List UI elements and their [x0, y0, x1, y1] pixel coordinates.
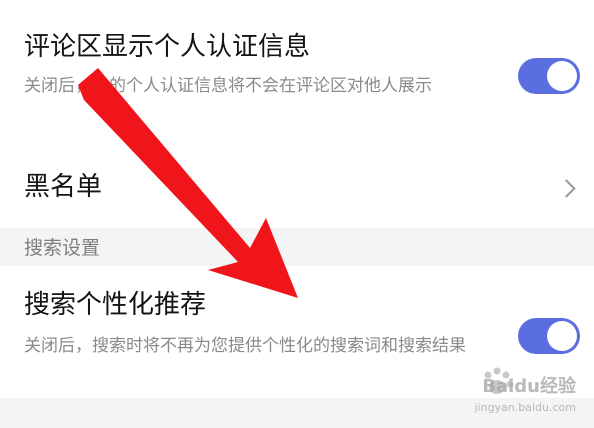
personalized-search-description: 关闭后，搜索时将不再为您提供个性化的搜索词和搜索结果: [24, 336, 466, 356]
comment-certification-title: 评论区显示个人认证信息: [24, 32, 311, 62]
chevron-right-icon: [557, 179, 576, 198]
personalized-search-title: 搜索个性化推荐: [24, 290, 207, 320]
personalized-search-toggle[interactable]: [518, 318, 580, 354]
toggle-knob: [547, 61, 577, 91]
setting-row-personalized-search: 搜索个性化推荐 关闭后，搜索时将不再为您提供个性化的搜索词和搜索结果: [0, 266, 594, 396]
comment-certification-description: 关闭后，你的个人认证信息将不会在评论区对他人展示: [24, 76, 432, 96]
setting-row-comment-certification: 评论区显示个人认证信息 关闭后，你的个人认证信息将不会在评论区对他人展示: [0, 0, 594, 140]
toggle-knob: [547, 321, 577, 351]
comment-certification-toggle[interactable]: [518, 58, 580, 94]
search-section-label: 搜索设置: [24, 237, 101, 259]
bottom-divider-band: [0, 398, 594, 428]
setting-row-blacklist[interactable]: 黑名单: [0, 150, 594, 226]
section-header-search: 搜索设置: [0, 228, 594, 266]
blacklist-title: 黑名单: [24, 172, 103, 202]
